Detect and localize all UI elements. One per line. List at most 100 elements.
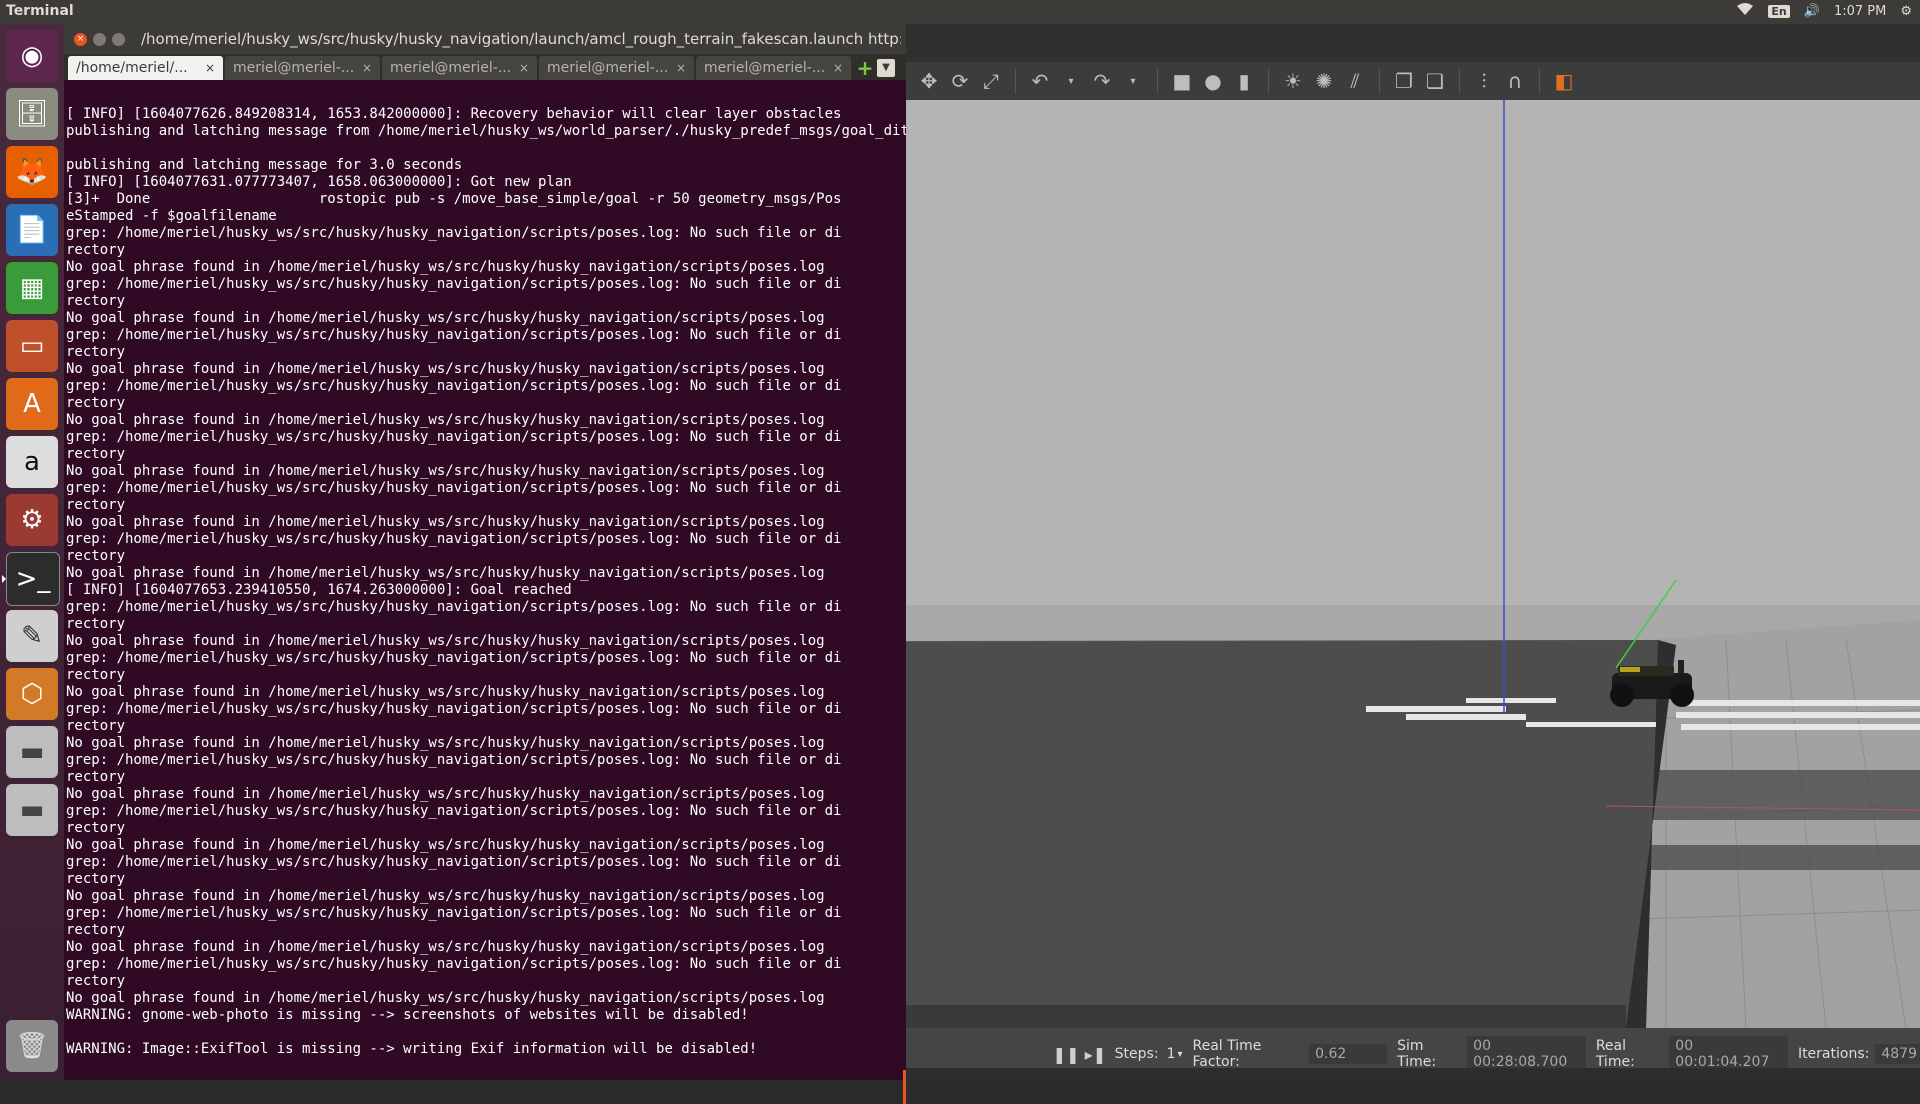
- point-light-icon[interactable]: ☀: [1282, 69, 1304, 93]
- terminal-line: WARNING: Image::ExifTool is missing --> …: [66, 1041, 758, 1057]
- terminal-line: rectory: [66, 973, 126, 989]
- iterations-label: Iterations:: [1797, 1046, 1870, 1062]
- terminal-line: rectory: [66, 667, 126, 683]
- terminal-tab[interactable]: meriel@meriel-... ×: [539, 56, 694, 80]
- software-center-icon[interactable]: A: [6, 378, 58, 430]
- terminal-line: grep: /home/meriel/husky_ws/src/husky/hu…: [66, 429, 842, 445]
- terminal-line: WARNING: gnome-web-photo is missing --> …: [66, 1007, 749, 1023]
- toolbar-divider: [1379, 68, 1380, 94]
- undo-icon[interactable]: ↶: [1029, 69, 1051, 93]
- clock[interactable]: 1:07 PM: [1834, 4, 1886, 19]
- sphere-shape-icon[interactable]: ●: [1202, 69, 1224, 93]
- rotate-mode-icon[interactable]: ⟳: [949, 69, 971, 93]
- settings-gear-icon[interactable]: ⚙: [1900, 4, 1912, 19]
- terminal-line: publishing and latching message from /ho…: [66, 123, 906, 139]
- maximize-window-button[interactable]: [112, 32, 125, 46]
- active-app-title: Terminal: [6, 3, 74, 19]
- close-tab-icon[interactable]: ×: [519, 61, 529, 75]
- steps-value[interactable]: 1: [1167, 1046, 1176, 1062]
- terminal-line: No goal phrase found in /home/meriel/hus…: [66, 514, 825, 530]
- cylinder-shape-icon[interactable]: ▮: [1233, 69, 1255, 93]
- close-tab-icon[interactable]: ×: [205, 61, 215, 75]
- step-forward-icon[interactable]: ▸❚: [1085, 1045, 1106, 1064]
- terminal-line: grep: /home/meriel/husky_ws/src/husky/hu…: [66, 276, 842, 292]
- terminal-tab[interactable]: meriel@meriel-... ×: [382, 56, 537, 80]
- terminal-titlebar: × /home/meriel/husky_ws/src/husky/husky_…: [64, 24, 906, 54]
- box-shape-icon[interactable]: ■: [1171, 69, 1193, 93]
- align-icon[interactable]: ⫶: [1473, 69, 1495, 93]
- calc-icon[interactable]: ▦: [6, 262, 58, 314]
- terminal-line: grep: /home/meriel/husky_ws/src/husky/hu…: [66, 225, 842, 241]
- redo-icon[interactable]: ↷: [1091, 69, 1113, 93]
- scale-mode-icon[interactable]: ⤢: [980, 69, 1002, 93]
- firefox-icon[interactable]: 🦊: [6, 146, 58, 198]
- drive-icon[interactable]: ▬: [6, 726, 58, 778]
- close-tab-icon[interactable]: ×: [676, 61, 686, 75]
- gazebo-3d-viewport[interactable]: [906, 100, 1920, 1028]
- terminal-line: No goal phrase found in /home/meriel/hus…: [66, 888, 825, 904]
- drive-icon[interactable]: ▬: [6, 784, 58, 836]
- terminal-tab[interactable]: meriel@meriel-... ×: [696, 56, 851, 80]
- terminal-output[interactable]: [ INFO] [1604077626.849208314, 1653.8420…: [64, 80, 906, 1080]
- tab-label: /home/meriel/...: [76, 60, 188, 76]
- terminal-tab[interactable]: /home/meriel/... ×: [68, 56, 223, 80]
- terminal-line: No goal phrase found in /home/meriel/hus…: [66, 633, 825, 649]
- gazebo-bottom-bar: [906, 1068, 1920, 1080]
- system-tray: En 🔊 1:07 PM ⚙: [1736, 2, 1912, 20]
- copy-icon[interactable]: ❐: [1393, 69, 1415, 93]
- virtualbox-icon[interactable]: ⬡: [6, 668, 58, 720]
- system-settings-icon[interactable]: ⚙: [6, 494, 58, 546]
- undo-dropdown-chevron-icon[interactable]: ▾: [1060, 76, 1082, 87]
- terminal-line: rectory: [66, 242, 126, 258]
- volume-icon[interactable]: 🔊: [1804, 4, 1820, 19]
- trash-icon[interactable]: 🗑: [6, 1020, 58, 1072]
- toolbar-divider: [1157, 68, 1158, 94]
- view-angle-icon[interactable]: ◧: [1553, 69, 1575, 93]
- terminal-line: grep: /home/meriel/husky_ws/src/husky/hu…: [66, 905, 842, 921]
- terminal-line: grep: /home/meriel/husky_ws/src/husky/hu…: [66, 956, 842, 972]
- translate-mode-icon[interactable]: ✥: [918, 69, 940, 93]
- impress-icon[interactable]: ▭: [6, 320, 58, 372]
- close-tab-icon[interactable]: ×: [833, 61, 843, 75]
- wifi-icon[interactable]: [1736, 2, 1754, 20]
- snap-icon[interactable]: ∩: [1504, 69, 1526, 93]
- tab-label: meriel@meriel-...: [547, 60, 669, 76]
- keyboard-layout-indicator[interactable]: En: [1768, 4, 1790, 18]
- terminal-line: rectory: [66, 769, 126, 785]
- tab-menu-chevron-down-icon[interactable]: ▼: [877, 59, 895, 77]
- terminal-icon[interactable]: >_: [2, 552, 60, 606]
- new-tab-plus-icon[interactable]: +: [853, 56, 877, 80]
- terminal-title: /home/meriel/husky_ws/src/husky/husky_na…: [141, 30, 901, 48]
- amazon-icon[interactable]: a: [6, 436, 58, 488]
- gazebo-window: ✥ ⟳ ⤢ ↶ ▾ ↷ ▾ ■ ● ▮ ☀ ✺ ⫽ ❐ ❏ ⫶ ∩ ◧ ❚❚ ▸…: [906, 24, 1920, 1080]
- minimize-window-button[interactable]: [93, 32, 106, 46]
- text-editor-icon[interactable]: ✎: [6, 610, 58, 662]
- close-window-button[interactable]: ×: [74, 32, 87, 46]
- terminal-tab[interactable]: meriel@meriel-... ×: [225, 56, 380, 80]
- files-icon[interactable]: 🗄: [6, 88, 58, 140]
- terminal-line: rectory: [66, 820, 126, 836]
- terminal-line: publishing and latching message for 3.0 …: [66, 157, 463, 173]
- tab-label: meriel@meriel-...: [704, 60, 826, 76]
- steps-chevron-down-icon[interactable]: ▾: [1177, 1049, 1182, 1060]
- spot-light-icon[interactable]: ✺: [1313, 69, 1335, 93]
- redo-dropdown-chevron-icon[interactable]: ▾: [1122, 76, 1144, 87]
- terminal-line: rectory: [66, 293, 126, 309]
- terminal-line: No goal phrase found in /home/meriel/hus…: [66, 463, 825, 479]
- terminal-line: rectory: [66, 548, 126, 564]
- paste-icon[interactable]: ❏: [1424, 69, 1446, 93]
- writer-icon[interactable]: 📄: [6, 204, 58, 256]
- iterations-value: 4879: [1875, 1044, 1920, 1064]
- terminal-line: grep: /home/meriel/husky_ws/src/husky/hu…: [66, 531, 842, 547]
- directional-light-icon[interactable]: ⫽: [1344, 69, 1366, 93]
- pause-icon[interactable]: ❚❚: [1053, 1045, 1080, 1064]
- gazebo-toolbar: ✥ ⟳ ⤢ ↶ ▾ ↷ ▾ ■ ● ▮ ☀ ✺ ⫽ ❐ ❏ ⫶ ∩ ◧: [906, 62, 1920, 100]
- terminal-line: [3]+ Done rostopic pub -s /move_base_sim…: [66, 191, 842, 207]
- close-tab-icon[interactable]: ×: [362, 61, 372, 75]
- real-time-label: Real Time:: [1595, 1038, 1635, 1070]
- terminal-line: grep: /home/meriel/husky_ws/src/husky/hu…: [66, 599, 842, 615]
- ubuntu-dash-icon[interactable]: ◉: [6, 30, 58, 82]
- toolbar-divider: [1539, 68, 1540, 94]
